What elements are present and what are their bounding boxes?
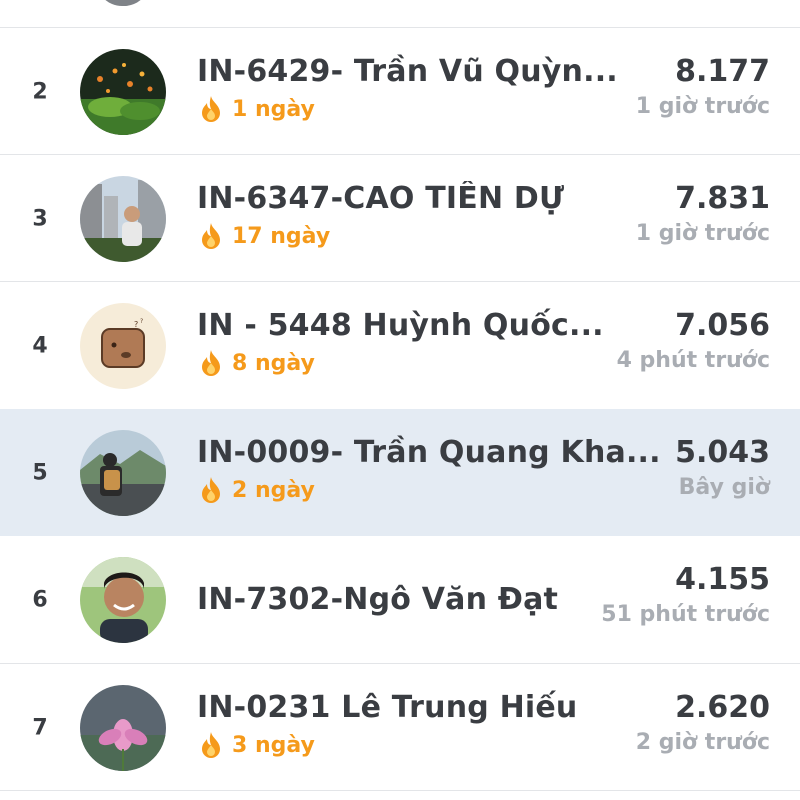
streak-days: 3 ngày: [232, 732, 315, 758]
points-value: 7.056: [675, 308, 770, 343]
flame-icon: [202, 96, 220, 122]
last-active-time: 1 giờ trước: [635, 221, 770, 246]
city-person-avatar-image: [80, 175, 166, 262]
leaderboard-row[interactable]: 3 IN-6347-CAO TIẾN DỰ 17 ngày 7.831 1 gi…: [0, 155, 800, 282]
streak-days: 1 ngày: [232, 96, 315, 122]
streak-days: 2 ngày: [232, 477, 315, 503]
rank-number: 2: [32, 79, 48, 104]
last-active-time: Bây giờ: [678, 475, 770, 500]
points-value: 7.831: [675, 181, 770, 216]
leaderboard-list: 2 IN-6429- Trần Vũ Quỳn... 1 ngày 8.177 …: [0, 0, 800, 800]
streak-days: 8 ngày: [232, 350, 315, 376]
last-active-time: 1 giờ trước: [635, 94, 770, 119]
user-name: IN-0009- Trần Quang Kha...: [197, 435, 661, 470]
rank-number: 5: [32, 460, 48, 485]
divider: [0, 790, 800, 791]
lotus-avatar-image: [80, 684, 166, 771]
flame-icon: [202, 732, 220, 758]
avatar: [96, 0, 150, 6]
points-value: 5.043: [675, 435, 770, 470]
previous-row-partial: [0, 0, 800, 28]
leaderboard-row[interactable]: 4 ? ? IN - 5448 Huỳnh Quốc... 8 ngày 7.0…: [0, 282, 800, 409]
avatar: [80, 175, 166, 262]
hiker-avatar-image: [80, 429, 166, 516]
svg-text:?: ?: [140, 318, 143, 325]
flame-icon: [202, 477, 220, 503]
svg-text:?: ?: [134, 320, 138, 329]
rank-number: 6: [32, 587, 48, 612]
streak-badge: 3 ngày: [198, 730, 315, 760]
points-value: 4.155: [675, 562, 770, 597]
rank-number: 4: [32, 333, 48, 358]
streak-days: 17 ngày: [232, 223, 331, 249]
flame-icon: [202, 223, 220, 249]
smiling-man-avatar-image: [80, 556, 166, 643]
rank-number: 7: [32, 715, 48, 740]
streak-badge: 1 ngày: [198, 94, 315, 124]
avatar: [80, 684, 166, 771]
leaderboard-row[interactable]: 7 IN-0231 Lê Trung Hiếu 3 ngày 2.620 2 g…: [0, 664, 800, 791]
avatar: [80, 429, 166, 516]
leaderboard-row[interactable]: 6 IN-7302-Ngô Văn Đạt 4.155 51 phút trướ…: [0, 536, 800, 663]
points-value: 2.620: [675, 690, 770, 725]
aquarium-avatar-image: [80, 48, 166, 135]
user-name: IN-0231 Lê Trung Hiếu: [197, 690, 578, 725]
last-active-time: 4 phút trước: [616, 348, 770, 373]
last-active-time: 51 phút trước: [601, 602, 770, 627]
rank-number: 3: [32, 206, 48, 231]
leaderboard-row-current-user[interactable]: 5 IN-0009- Trần Quang Kha... 2 ngày 5.04…: [0, 409, 800, 536]
points-value: 8.177: [675, 54, 770, 89]
capybara-avatar-image: ? ?: [80, 302, 166, 389]
user-name: IN-6429- Trần Vũ Quỳn...: [197, 54, 618, 89]
user-name: IN - 5448 Huỳnh Quốc...: [197, 308, 604, 343]
avatar: [80, 556, 166, 643]
user-name: IN-7302-Ngô Văn Đạt: [197, 582, 559, 617]
leaderboard-row[interactable]: 2 IN-6429- Trần Vũ Quỳn... 1 ngày 8.177 …: [0, 28, 800, 155]
user-name: IN-6347-CAO TIẾN DỰ: [197, 181, 565, 216]
flame-icon: [202, 350, 220, 376]
streak-badge: 2 ngày: [198, 475, 315, 505]
avatar: [80, 48, 166, 135]
last-active-time: 2 giờ trước: [635, 730, 770, 755]
streak-badge: 8 ngày: [198, 348, 315, 378]
streak-badge: 17 ngày: [198, 221, 330, 251]
avatar: ? ?: [80, 302, 166, 389]
